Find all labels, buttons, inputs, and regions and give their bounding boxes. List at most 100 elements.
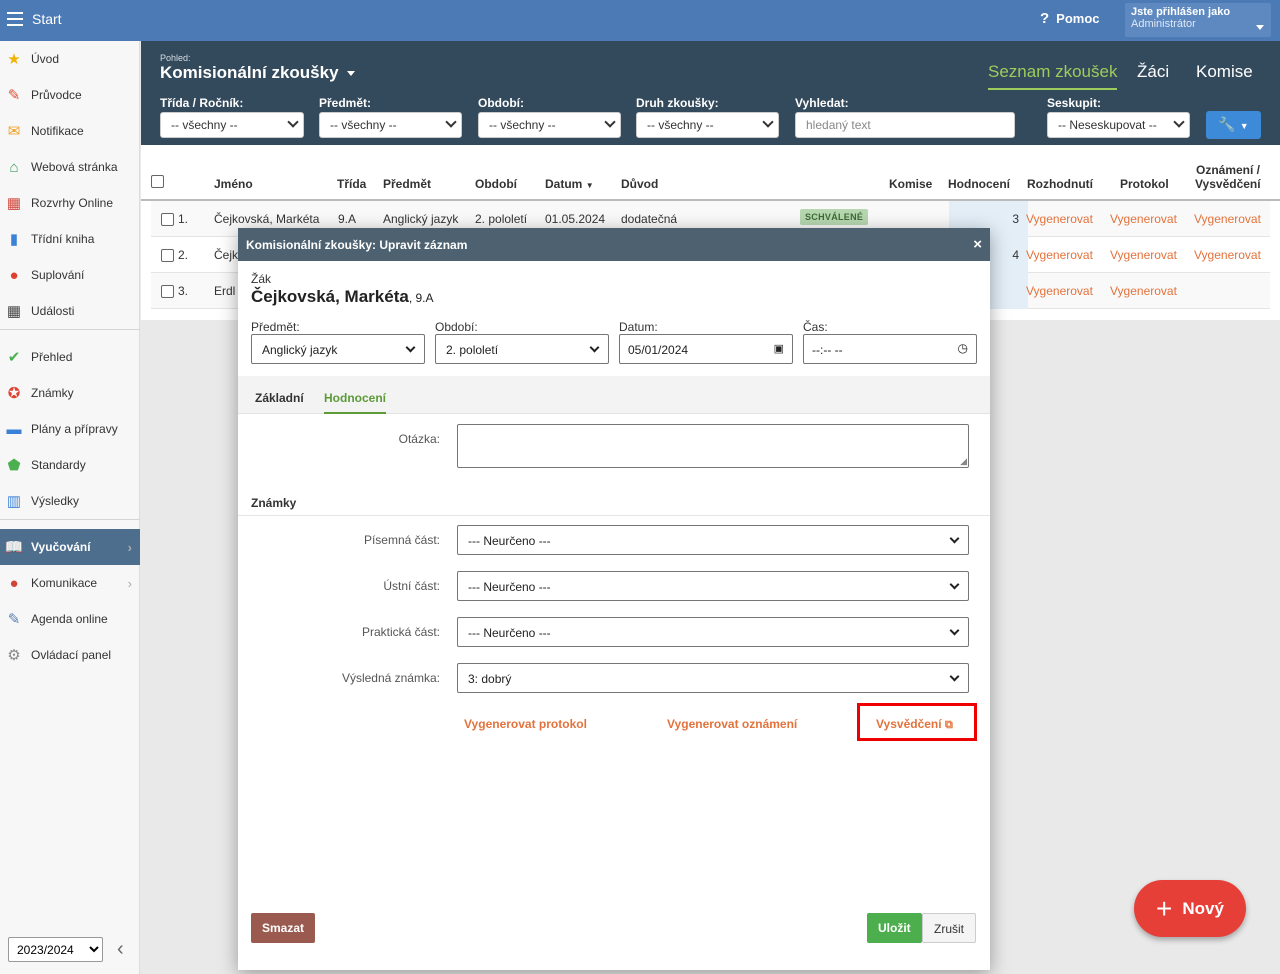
view-caption: Pohled: <box>160 53 191 63</box>
generate-notice-link[interactable]: Vygenerovat <box>1194 212 1261 226</box>
col-datum[interactable]: Datum ▼ <box>545 177 594 191</box>
col-rozhodnuti[interactable]: Rozhodnutí <box>1027 177 1093 191</box>
sidebar-item-pruvodce[interactable]: ✎ Průvodce <box>0 77 140 113</box>
chevron-down-icon <box>445 116 457 128</box>
group-value: -- Neseskupovat -- <box>1058 118 1157 132</box>
help-button[interactable]: ? Pomoc <box>1040 10 1100 27</box>
sidebar-item-standardy[interactable]: ⬟ Standardy <box>0 447 140 483</box>
certificate-link[interactable]: Vysvědčení ⧉ <box>876 717 953 732</box>
chevron-right-icon: › <box>127 575 132 591</box>
select-all-checkbox[interactable] <box>151 175 164 188</box>
generate-decision-link[interactable]: Vygenerovat <box>1026 212 1093 226</box>
row-class: 9.A <box>338 212 357 226</box>
generate-protocol-link[interactable]: Vygenerovat <box>1110 284 1177 298</box>
sidebar-item-udalosti[interactable]: ▦ Události <box>0 293 140 329</box>
close-icon[interactable]: × <box>973 236 982 253</box>
sidebar-item-ovladaci-panel[interactable]: ⚙ Ovládací panel <box>0 637 140 673</box>
oral-label: Ústní část: <box>383 579 440 593</box>
sidebar-item-webova-stranka[interactable]: ⌂ Webová stránka <box>0 149 140 185</box>
search-input[interactable]: hledaný text <box>795 112 1015 138</box>
col-oznameni[interactable]: Oznámení / <box>1195 163 1260 177</box>
col-predmet[interactable]: Předmět <box>383 177 431 191</box>
col-protokol[interactable]: Protokol <box>1120 177 1169 191</box>
col-jmeno[interactable]: Jméno <box>214 177 253 191</box>
sidebar-item-komunikace[interactable]: ● Komunikace › <box>0 565 140 601</box>
time-input[interactable]: --:-- -- ◷ <box>803 334 977 364</box>
question-textarea[interactable]: ◢ <box>457 424 969 468</box>
calendar-icon[interactable]: ▣ <box>774 342 784 355</box>
tab-komise[interactable]: Komise <box>1196 62 1253 82</box>
generate-notice-button[interactable]: Vygenerovat oznámení <box>667 717 797 731</box>
sidebar-item-label: Úvod <box>31 52 60 66</box>
sidebar-item-rozvrhy-online[interactable]: ▦ Rozvrhy Online <box>0 185 140 221</box>
row-checkbox[interactable] <box>161 249 174 262</box>
student-caption: Žák <box>251 272 272 286</box>
col-trida[interactable]: Třída <box>337 177 366 191</box>
delete-button[interactable]: Smazat <box>251 913 316 943</box>
col-duvod[interactable]: Důvod <box>621 177 658 191</box>
sidebar-item-vysledky[interactable]: ▥ Výsledky <box>0 483 140 519</box>
col-hodnoceni[interactable]: Hodnocení <box>948 177 1010 191</box>
chevron-down-icon <box>949 625 960 636</box>
hamburger-menu-icon[interactable] <box>7 12 23 26</box>
sidebar-item-tridni-kniha[interactable]: ▮ Třídní kniha <box>0 221 140 257</box>
final-grade-select[interactable]: 3: dobrý <box>457 663 969 693</box>
generate-protocol-button[interactable]: Vygenerovat protokol <box>464 717 587 731</box>
sidebar-item-plany-a-pripravy[interactable]: ▬ Plány a přípravy <box>0 411 140 447</box>
sidebar-item-prehled[interactable]: ✔ Přehled <box>0 339 140 375</box>
sidebar-item-label: Notifikace <box>31 124 84 138</box>
row-number: 1. <box>178 212 189 226</box>
oral-value: --- Neurčeno --- <box>468 580 551 594</box>
clock-icon[interactable]: ◷ <box>958 341 968 355</box>
generate-protocol-link[interactable]: Vygenerovat <box>1110 248 1177 262</box>
oral-grade-select[interactable]: --- Neurčeno --- <box>457 571 969 601</box>
sidebar-item-suplovani[interactable]: ● Suplování <box>0 257 140 293</box>
sidebar-item-znamky[interactable]: ✪ Známky <box>0 375 140 411</box>
cancel-button[interactable]: Zrušit <box>922 913 976 943</box>
col-komise[interactable]: Komise <box>889 177 932 191</box>
resize-handle-icon[interactable]: ◢ <box>960 456 967 467</box>
filter-type-value: -- všechny -- <box>647 118 714 132</box>
tab-hodnoceni[interactable]: Hodnocení <box>324 391 386 414</box>
start-link[interactable]: Start <box>32 11 62 27</box>
tab-zaci[interactable]: Žáci <box>1137 62 1169 82</box>
group-select[interactable]: -- Neseskupovat -- <box>1047 112 1190 138</box>
date-input[interactable]: 05/01/2024 ▣ <box>619 334 793 364</box>
filter-type-select[interactable]: -- všechny -- <box>636 112 779 138</box>
sidebar-item-label: Průvodce <box>31 88 82 102</box>
generate-protocol-link[interactable]: Vygenerovat <box>1110 212 1177 226</box>
col-obdobi[interactable]: Období <box>475 177 517 191</box>
view-selector[interactable]: Komisionální zkoušky <box>160 63 355 83</box>
certificate-label: Vysvědčení <box>876 717 942 731</box>
col-vysvedceni[interactable]: Vysvědčení <box>1195 177 1261 191</box>
row-checkbox[interactable] <box>161 213 174 226</box>
row-reason: dodatečná <box>621 212 678 226</box>
user-menu[interactable]: Jste přihlášen jako Administrátor <box>1125 3 1271 37</box>
sidebar-item-uvod[interactable]: ★ Úvod <box>0 41 140 77</box>
generate-decision-link[interactable]: Vygenerovat <box>1026 284 1093 298</box>
school-year-select[interactable]: 2023/2024 <box>8 937 103 962</box>
sidebar-item-label: Standardy <box>31 458 86 472</box>
filter-period-select[interactable]: -- všechny -- <box>478 112 621 138</box>
subject-select[interactable]: Anglický jazyk <box>251 334 425 364</box>
new-record-button[interactable]: + Nový <box>1134 880 1246 937</box>
practical-label: Praktická část: <box>361 625 440 639</box>
practical-grade-select[interactable]: --- Neurčeno --- <box>457 617 969 647</box>
period-select[interactable]: 2. pololetí <box>435 334 609 364</box>
sidebar-item-agenda-online[interactable]: ✎ Agenda online <box>0 601 140 637</box>
sidebar-item-vyucovani[interactable]: 📖 Vyučování › <box>0 529 140 565</box>
tab-seznam-zkousek[interactable]: Seznam zkoušek <box>988 62 1118 90</box>
tools-dropdown-button[interactable]: 🔧 ▼ <box>1206 111 1261 139</box>
sidebar-item-notifikace[interactable]: ✉ Notifikace <box>0 113 140 149</box>
row-checkbox[interactable] <box>161 285 174 298</box>
generate-decision-link[interactable]: Vygenerovat <box>1026 248 1093 262</box>
save-button[interactable]: Uložit <box>867 913 922 943</box>
written-grade-select[interactable]: --- Neurčeno --- <box>457 525 969 555</box>
generate-notice-link[interactable]: Vygenerovat <box>1194 248 1261 262</box>
tab-zakladni[interactable]: Základní <box>255 391 304 405</box>
row-grade: 4 <box>1012 248 1019 262</box>
collapse-sidebar-icon[interactable]: ‹ <box>117 938 124 961</box>
time-value: --:-- -- <box>812 343 843 357</box>
filter-class-select[interactable]: -- všechny -- <box>160 112 304 138</box>
filter-subject-select[interactable]: -- všechny -- <box>319 112 462 138</box>
